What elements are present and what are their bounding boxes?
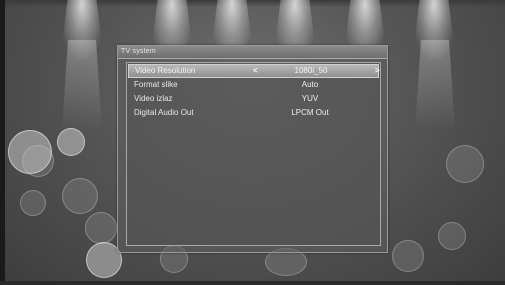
bokeh-decoration [85, 212, 117, 244]
settings-list: Video Resolution < 1080i_50 > Format sli… [126, 62, 381, 246]
setting-label: Digital Audio Out [134, 108, 194, 117]
setting-label: Video Resolution [135, 66, 196, 75]
bokeh-decoration [22, 145, 54, 177]
setting-value: LPCM Out [291, 108, 329, 117]
screen-frame-bottom [0, 281, 505, 285]
light-beam-decoration [62, 40, 102, 130]
tv-system-dialog: TV system Video Resolution < 1080i_50 > … [117, 45, 388, 253]
bokeh-decoration [20, 190, 46, 216]
light-beam-decoration [415, 40, 455, 130]
dialog-header: TV system [118, 46, 387, 59]
bokeh-decoration [57, 128, 85, 156]
bokeh-decoration [62, 178, 98, 214]
bokeh-decoration [438, 222, 466, 250]
chevron-right-icon[interactable]: > [375, 65, 380, 77]
setting-label: Video izlaz [134, 94, 173, 103]
setting-value: YUV [301, 94, 319, 103]
setting-row-format-slike[interactable]: Format slike Auto [128, 78, 379, 92]
dialog-title: TV system [121, 48, 156, 55]
setting-row-video-izlaz[interactable]: Video izlaz YUV [128, 92, 379, 106]
setting-value: 1080i_50 [294, 66, 328, 75]
setting-row-digital-audio-out[interactable]: Digital Audio Out LPCM Out [128, 106, 379, 120]
screen-frame-left [0, 0, 5, 285]
setting-row-video-resolution[interactable]: Video Resolution < 1080i_50 > [128, 64, 380, 78]
bokeh-decoration [392, 240, 424, 272]
bokeh-decoration [446, 145, 484, 183]
setting-value: Auto [301, 80, 319, 89]
chevron-left-icon[interactable]: < [253, 65, 258, 77]
tv-screen: TV system Video Resolution < 1080i_50 > … [0, 0, 505, 285]
setting-label: Format slike [134, 80, 178, 89]
